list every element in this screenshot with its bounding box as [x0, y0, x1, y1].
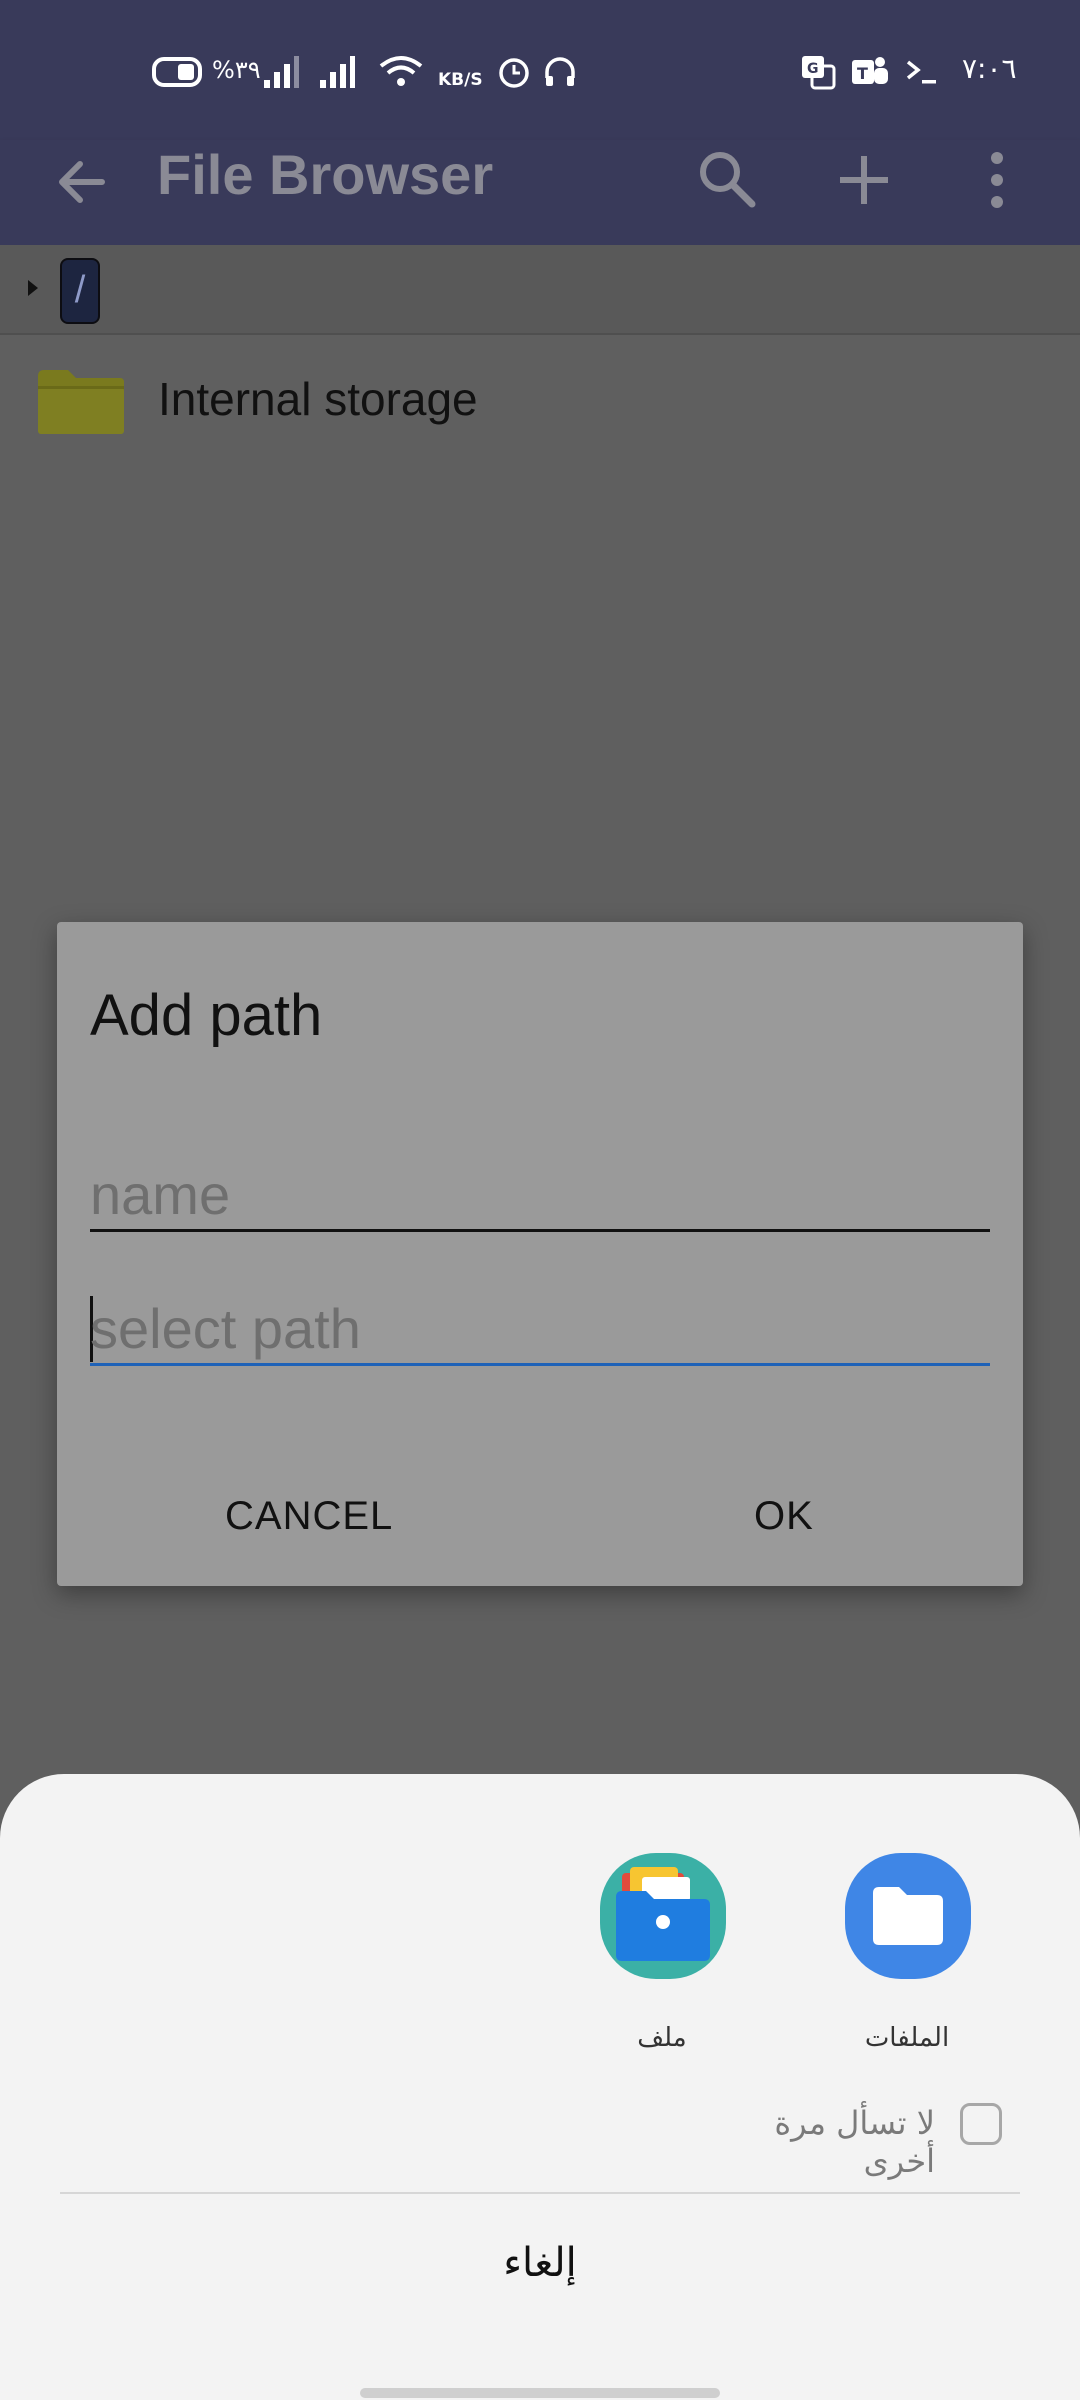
sheet-divider	[60, 2192, 1020, 2194]
terminal-icon	[906, 60, 936, 84]
status-time: ٧:٠٦	[962, 52, 1017, 85]
dialog-title: Add path	[90, 983, 323, 1048]
battery-icon	[152, 57, 202, 87]
list-item-label: Internal storage	[158, 373, 478, 425]
breadcrumb-root[interactable]: /	[60, 258, 100, 324]
breadcrumb	[0, 245, 1080, 335]
svg-text:G: G	[807, 61, 819, 77]
cancel-button[interactable]: CANCEL	[225, 1494, 393, 1539]
files-app-icon	[845, 1853, 971, 1979]
folder-icon	[38, 370, 124, 434]
chooser-option-file-manager[interactable]: ملف	[600, 1853, 726, 2053]
name-field-underline	[90, 1229, 990, 1232]
search-icon[interactable]	[696, 148, 758, 210]
alarm-icon	[499, 58, 529, 88]
headset-icon	[545, 57, 575, 86]
svg-text:T: T	[857, 64, 868, 83]
chooser-cancel-button[interactable]: إلغاء	[0, 2240, 1080, 2286]
translate-icon: G	[802, 56, 836, 90]
path-field-underline	[90, 1363, 990, 1366]
more-vert-icon[interactable]	[984, 150, 1010, 210]
battery-percent: %٣٩	[212, 56, 261, 84]
wifi-icon	[379, 56, 423, 86]
back-arrow-icon[interactable]	[52, 152, 112, 212]
expand-arrow-icon[interactable]	[28, 280, 38, 296]
app-title: File Browser	[157, 143, 494, 206]
add-icon[interactable]	[836, 152, 892, 208]
home-indicator[interactable]	[360, 2388, 720, 2398]
file-manager-icon	[600, 1853, 726, 1979]
path-field[interactable]: select path	[90, 1266, 990, 1366]
signal-icon	[264, 56, 299, 88]
path-field-placeholder: select path	[90, 1297, 361, 1360]
signal-icon	[320, 56, 355, 88]
dont-ask-again-checkbox[interactable]	[960, 2103, 1002, 2145]
chooser-option-label: ملف	[637, 2023, 687, 2053]
chooser-option-label: الملفات	[864, 2023, 950, 2053]
chooser-option-files[interactable]: الملفات	[845, 1853, 971, 2053]
ok-button[interactable]: OK	[754, 1494, 814, 1539]
name-field[interactable]: name	[90, 1132, 990, 1232]
net-speed-unit: KB/S	[438, 70, 483, 90]
dont-ask-again-label: لا تسأل مرة أخرى	[774, 2104, 935, 2180]
name-field-placeholder: name	[90, 1163, 231, 1226]
status-bar: %٣٩ KB/S G T ٧:٠٦	[0, 0, 1080, 140]
teams-icon: T	[852, 57, 888, 84]
add-path-dialog: Add path name select path CANCEL OK	[57, 922, 1023, 1586]
